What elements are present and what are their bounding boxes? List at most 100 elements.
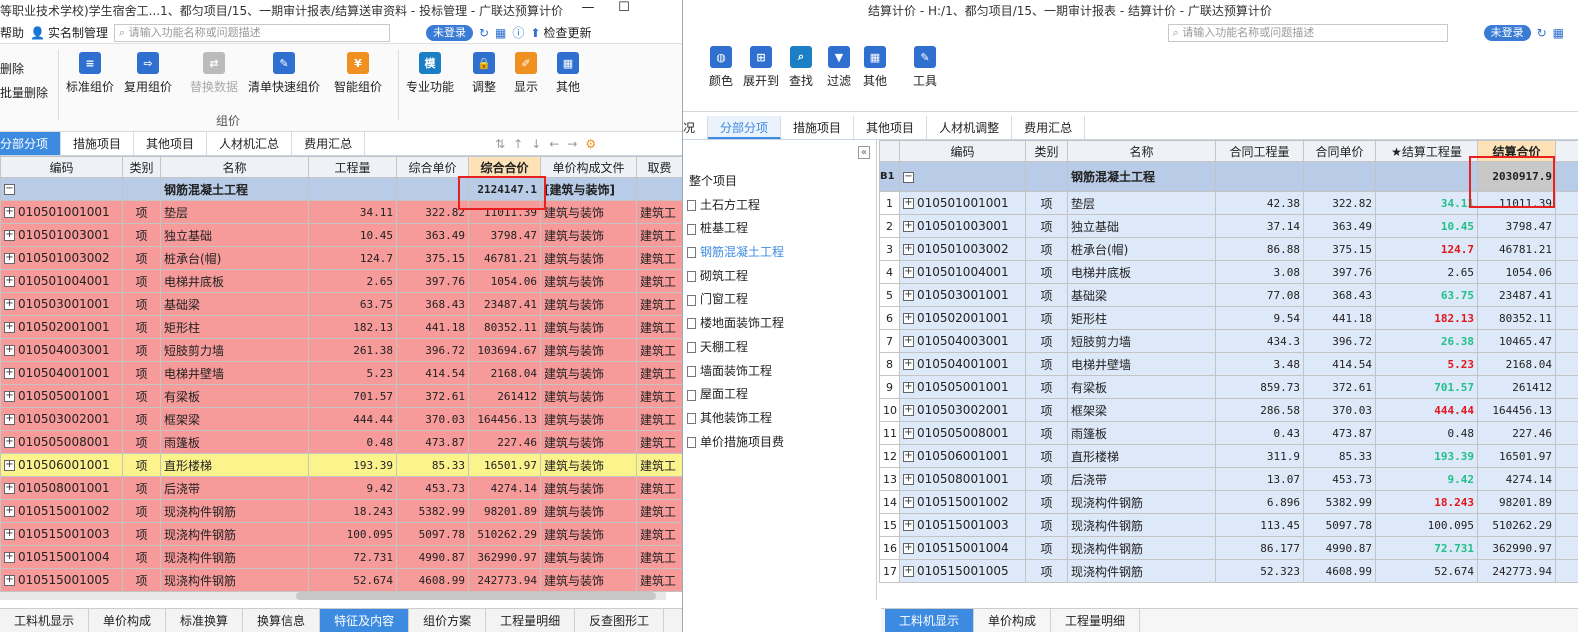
expand-icon[interactable]: + xyxy=(4,391,15,402)
expand-icon[interactable]: + xyxy=(4,506,15,517)
expand-icon[interactable]: + xyxy=(4,322,15,333)
table-row[interactable]: 16 +010515001004 项现浇构件钢筋 86.177 4990.87 72.73… xyxy=(879,536,1578,560)
bottom-tab[interactable]: 工料机显示 xyxy=(0,609,90,632)
table-row[interactable]: +010515001005 项现浇构件钢筋 52.674 4608.99 242773.… xyxy=(0,568,682,592)
column-header[interactable]: 名称 xyxy=(160,156,309,178)
pro-func-button[interactable]: 模专业功能 xyxy=(406,52,454,95)
column-header[interactable]: 结算合价 xyxy=(1477,140,1556,162)
bottom-tab[interactable]: 组价方案 xyxy=(409,609,487,632)
settle-qty-cell[interactable]: 5.23 xyxy=(1375,352,1478,376)
settle-qty-cell[interactable]: 63.75 xyxy=(1375,283,1478,307)
table-row[interactable]: 14 +010515001002 项现浇构件钢筋 6.896 5382.99 18.243… xyxy=(879,490,1578,514)
batch-delete-button[interactable]: 批量删除 xyxy=(0,84,48,101)
section-row[interactable]: − 钢筋混凝土工程 2124147.1 [建筑与装饰] xyxy=(0,177,682,201)
settle-qty-cell[interactable]: 52.674 xyxy=(1375,559,1478,583)
expand-icon[interactable]: + xyxy=(903,405,914,416)
bottom-tab[interactable]: 工程量明细 xyxy=(1051,609,1141,632)
expand-icon[interactable]: + xyxy=(4,253,15,264)
refresh-icon[interactable]: ↻ xyxy=(1537,26,1547,40)
tab-rencaiji[interactable]: 人材机调整 xyxy=(927,116,1013,139)
expand-icon[interactable]: + xyxy=(903,451,914,462)
table-row[interactable]: 2 +010501003001 项独立基础 37.14 363.49 10.45 3798.… xyxy=(879,214,1578,238)
table-row[interactable]: +010503002001 项框架梁 444.44 370.03 164456.13 建筑… xyxy=(0,407,682,431)
expand-icon[interactable]: + xyxy=(4,437,15,448)
expand-icon[interactable]: + xyxy=(903,428,914,439)
table-row[interactable]: +010515001004 项现浇构件钢筋 72.731 4990.87 362990.… xyxy=(0,545,682,569)
refresh-icon[interactable]: ↻ xyxy=(479,26,489,40)
other-button[interactable]: ▦ 其他 xyxy=(556,52,580,95)
tab-qita[interactable]: 其他项目 xyxy=(854,116,928,139)
expand-icon[interactable]: + xyxy=(903,313,914,324)
column-header[interactable]: 取费 xyxy=(636,156,682,178)
tab-rencaiji[interactable]: 人材机汇总 xyxy=(207,132,293,155)
tab-cuoshi[interactable]: 措施项目 xyxy=(781,116,855,139)
table-row[interactable]: 10 +010503002001 项框架梁 286.58 370.03 444.44 164… xyxy=(879,398,1578,422)
collapse-icon[interactable]: − xyxy=(903,171,914,183)
tree-item[interactable]: 砌筑工程 xyxy=(683,265,876,289)
reuse-price-button[interactable]: ⇨ 复用组价 xyxy=(124,52,172,95)
column-header[interactable]: 合同单价 xyxy=(1303,140,1376,162)
fast-price-button[interactable]: ✎ 清单快速组价 xyxy=(248,52,320,95)
table-row[interactable]: +010515001003 项现浇构件钢筋 100.095 5097.78 510262… xyxy=(0,522,682,546)
delete-button[interactable]: 删除 xyxy=(0,60,24,77)
expand-icon[interactable]: + xyxy=(4,276,15,287)
tree-item[interactable]: 其他装饰工程 xyxy=(683,407,876,431)
settle-qty-cell[interactable]: 0.48 xyxy=(1375,421,1478,445)
expand-icon[interactable]: + xyxy=(4,483,15,494)
table-row[interactable]: +010504003001 项短肢剪力墙 261.38 396.72 103694.67… xyxy=(0,338,682,362)
table-row[interactable]: 1 +010501001001 项垫层 42.38 322.82 34.11 11011.3… xyxy=(879,191,1578,215)
collapse-panel-icon[interactable]: « xyxy=(857,146,870,159)
expand-icon[interactable]: + xyxy=(903,359,914,370)
expand-icon[interactable]: + xyxy=(903,497,914,508)
bottom-tab[interactable]: 标准换算 xyxy=(166,609,244,632)
table-row[interactable]: +010501003001 项独立基础 10.45 363.49 3798.47 建筑与装… xyxy=(0,223,682,247)
smart-price-button[interactable]: ¥ 智能组价 xyxy=(334,52,382,95)
bottom-tab[interactable]: 反查图形工 xyxy=(575,609,665,632)
settle-qty-cell[interactable]: 18.243 xyxy=(1375,490,1478,514)
column-header[interactable]: 类别 xyxy=(1025,140,1068,162)
column-header[interactable]: 综合合价 xyxy=(468,156,541,178)
minimize-icon[interactable]: — xyxy=(570,0,606,22)
section-row[interactable]: B1− 钢筋混凝土工程 2030917.9 xyxy=(879,161,1578,192)
bottom-tab[interactable]: 工料机显示 xyxy=(885,609,975,632)
right-other-button[interactable]: ▦ 其他 xyxy=(863,46,887,89)
left-h-scrollbar[interactable] xyxy=(0,592,666,600)
grid-icon[interactable]: ▦ xyxy=(495,26,506,40)
column-header[interactable]: ★结算工程量 xyxy=(1375,140,1478,162)
table-row[interactable]: +010501004001 项电梯井底板 2.65 397.76 1054.06 建筑与装… xyxy=(0,269,682,293)
table-row[interactable]: +010504001001 项电梯井壁墙 5.23 414.54 2168.04 建筑与装… xyxy=(0,361,682,385)
table-row[interactable]: 8 +010504001001 项电梯井壁墙 3.48 414.54 5.23 2168.0… xyxy=(879,352,1578,376)
tab-cuoshi[interactable]: 措施项目 xyxy=(61,132,135,155)
realname-menu[interactable]: 👤 实名制管理 xyxy=(30,24,108,41)
expand-icon[interactable]: + xyxy=(903,221,914,232)
tree-item[interactable]: 楼地面装饰工程 xyxy=(683,312,876,336)
expand-icon[interactable]: + xyxy=(903,382,914,393)
tab-feiyong[interactable]: 费用汇总 xyxy=(1012,116,1086,139)
expand-icon[interactable]: + xyxy=(4,414,15,425)
right-login-badge[interactable]: 未登录 xyxy=(1483,25,1531,41)
expand-icon[interactable]: + xyxy=(903,267,914,278)
bottom-tab[interactable]: 换算信息 xyxy=(243,609,321,632)
settle-qty-cell[interactable]: 444.44 xyxy=(1375,398,1478,422)
table-row[interactable]: 12 +010506001001 项直形楼梯 311.9 85.33 193.39 1650… xyxy=(879,444,1578,468)
settle-qty-cell[interactable]: 9.42 xyxy=(1375,467,1478,491)
column-header[interactable]: 编码 xyxy=(0,156,123,178)
tree-item[interactable]: 整个项目 xyxy=(683,170,876,194)
adjust-button[interactable]: 🔒 调整 xyxy=(472,52,496,95)
table-row[interactable]: 6 +010502001001 项矩形柱 9.54 441.18 182.13 80352.… xyxy=(879,306,1578,330)
column-header[interactable]: 名称 xyxy=(1067,140,1216,162)
left-search-input[interactable]: ⌕ 请输入功能名称或问题描述 xyxy=(113,23,390,42)
expand-icon[interactable]: + xyxy=(903,336,914,347)
grid-icon[interactable]: ▦ xyxy=(1553,26,1564,40)
tree-item[interactable]: 天棚工程 xyxy=(683,336,876,360)
tree-item[interactable]: 土石方工程 xyxy=(683,194,876,218)
expand-icon[interactable]: + xyxy=(903,474,914,485)
bottom-tab[interactable]: 工程量明细 xyxy=(486,609,576,632)
table-row[interactable]: 3 +010501003002 项桩承台(帽) 86.88 375.15 124.7 467… xyxy=(879,237,1578,261)
column-header[interactable]: 综合单价 xyxy=(396,156,469,178)
settle-qty-cell[interactable]: 10.45 xyxy=(1375,214,1478,238)
settings-icon[interactable]: ⚙ xyxy=(585,132,596,155)
tab-fenbu[interactable]: 分部分项 xyxy=(708,116,782,139)
table-row[interactable]: 5 +010503001001 项基础梁 77.08 368.43 63.75 23487.… xyxy=(879,283,1578,307)
table-row[interactable]: +010506001001 项直形楼梯 193.39 85.33 16501.97 建筑与… xyxy=(0,453,682,477)
